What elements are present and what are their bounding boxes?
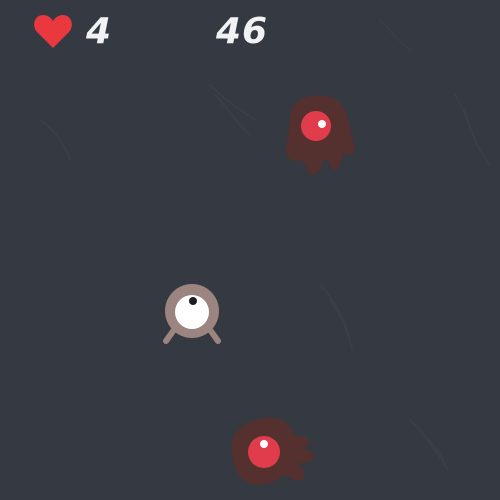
lives-counter: 4 xyxy=(86,11,113,52)
heart-icon xyxy=(34,15,72,48)
enemy-blob xyxy=(285,95,355,176)
game-canvas[interactable]: 4 46 xyxy=(0,0,500,500)
enemy-blob xyxy=(231,417,315,485)
player-eyeball xyxy=(163,284,221,344)
score-counter: 46 xyxy=(216,11,269,52)
